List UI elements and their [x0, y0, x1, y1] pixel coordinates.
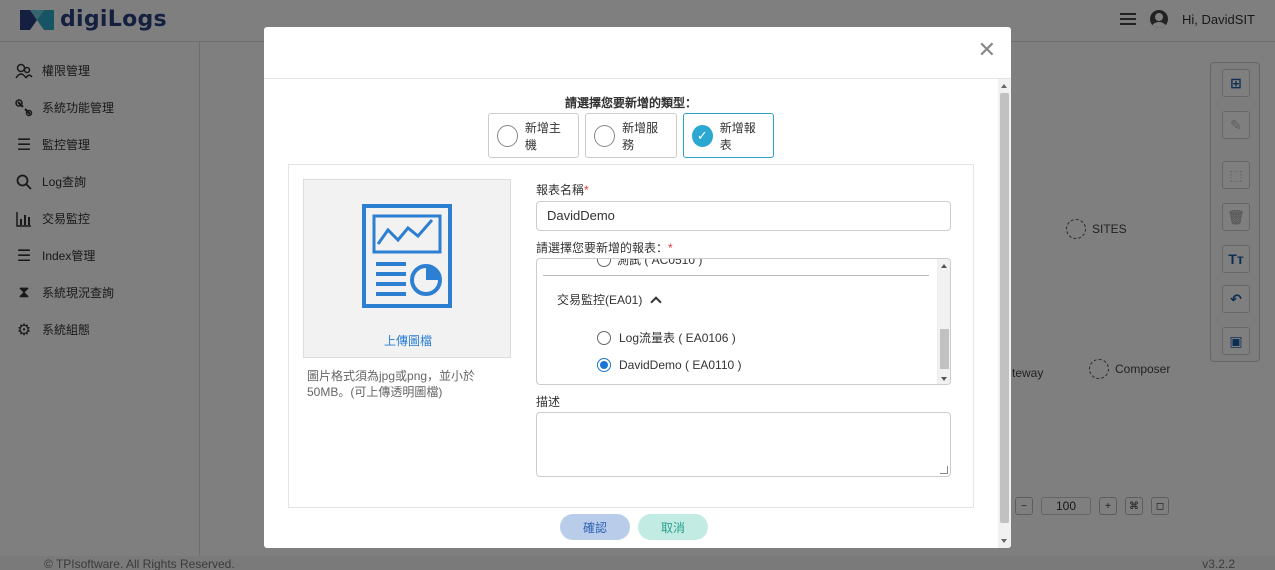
- scroll-up-icon[interactable]: [1001, 84, 1007, 88]
- tree-item-partial[interactable]: 測試 ( AC0510 ): [597, 259, 702, 268]
- description-textarea[interactable]: [536, 412, 951, 477]
- tree-item-label: Log流量表 ( EA0106 ): [619, 331, 736, 345]
- report-tree[interactable]: 測試 ( AC0510 ) 交易監控(EA01) Log流量表 ( EA0106…: [536, 258, 951, 385]
- option-label: 新增服務: [622, 120, 659, 152]
- option-label: 新增主機: [524, 120, 561, 152]
- report-form: 上傳圖檔 圖片格式須為jpg或png，並小於50MB。(可上傳透明圖檔) 報表名…: [288, 164, 974, 508]
- tree-divider: [543, 275, 929, 276]
- scroll-thumb[interactable]: [940, 329, 949, 369]
- upload-image-link[interactable]: 上傳圖檔: [304, 332, 512, 349]
- report-name-label: 報表名稱*: [536, 183, 589, 197]
- option-label: 新增報表: [719, 120, 756, 152]
- report-icon: [362, 204, 452, 308]
- scroll-down-icon[interactable]: [941, 377, 947, 381]
- scroll-thumb[interactable]: [1000, 93, 1009, 523]
- dialog-actions: 確認 取消: [560, 514, 708, 540]
- resize-handle-icon[interactable]: [940, 466, 948, 474]
- chevron-up-icon[interactable]: [650, 295, 663, 308]
- image-upload-area[interactable]: 上傳圖檔: [303, 179, 511, 358]
- option-add-report[interactable]: ✓ 新增報表: [683, 113, 774, 158]
- upload-hint: 圖片格式須為jpg或png，並小於50MB。(可上傳透明圖檔): [307, 369, 476, 399]
- dialog-header: ✕: [264, 27, 1011, 79]
- report-select-label: 請選擇您要新增的報表：*: [536, 241, 673, 255]
- type-prompt: 請選擇您要新增的類型：: [564, 96, 697, 110]
- check-icon: ✓: [692, 124, 713, 147]
- report-name-input[interactable]: DavidDemo: [536, 201, 951, 231]
- radio-icon: [594, 124, 616, 147]
- radio-selected-icon[interactable]: [597, 358, 611, 372]
- close-icon[interactable]: ✕: [978, 39, 996, 61]
- tree-group-label: 交易監控(EA01): [557, 293, 643, 307]
- tree-item-daviddemo[interactable]: DavidDemo ( EA0110 ): [597, 358, 742, 372]
- dialog-scrollbar[interactable]: [998, 79, 1011, 548]
- scroll-down-icon[interactable]: [1001, 539, 1007, 543]
- tree-item-log-flow[interactable]: Log流量表 ( EA0106 ): [597, 329, 736, 346]
- scroll-up-icon[interactable]: [941, 264, 947, 268]
- cancel-button[interactable]: 取消: [638, 514, 708, 540]
- add-item-dialog: ✕ 請選擇您要新增的類型： 新增主機 新增服務 ✓ 新增報表 上傳圖檔 圖片格式…: [264, 27, 1011, 548]
- description-label: 描述: [536, 395, 561, 409]
- option-add-service[interactable]: 新增服務: [585, 113, 677, 158]
- radio-icon: [497, 124, 518, 147]
- type-options: 新增主機 新增服務 ✓ 新增報表: [488, 113, 774, 158]
- option-add-host[interactable]: 新增主機: [488, 113, 579, 158]
- radio-icon[interactable]: [597, 330, 611, 345]
- confirm-button[interactable]: 確認: [560, 514, 630, 540]
- tree-group-transaction-monitor[interactable]: 交易監控(EA01): [557, 291, 663, 308]
- tree-scrollbar[interactable]: [937, 259, 950, 384]
- tree-item-label: DavidDemo ( EA0110 ): [619, 358, 742, 372]
